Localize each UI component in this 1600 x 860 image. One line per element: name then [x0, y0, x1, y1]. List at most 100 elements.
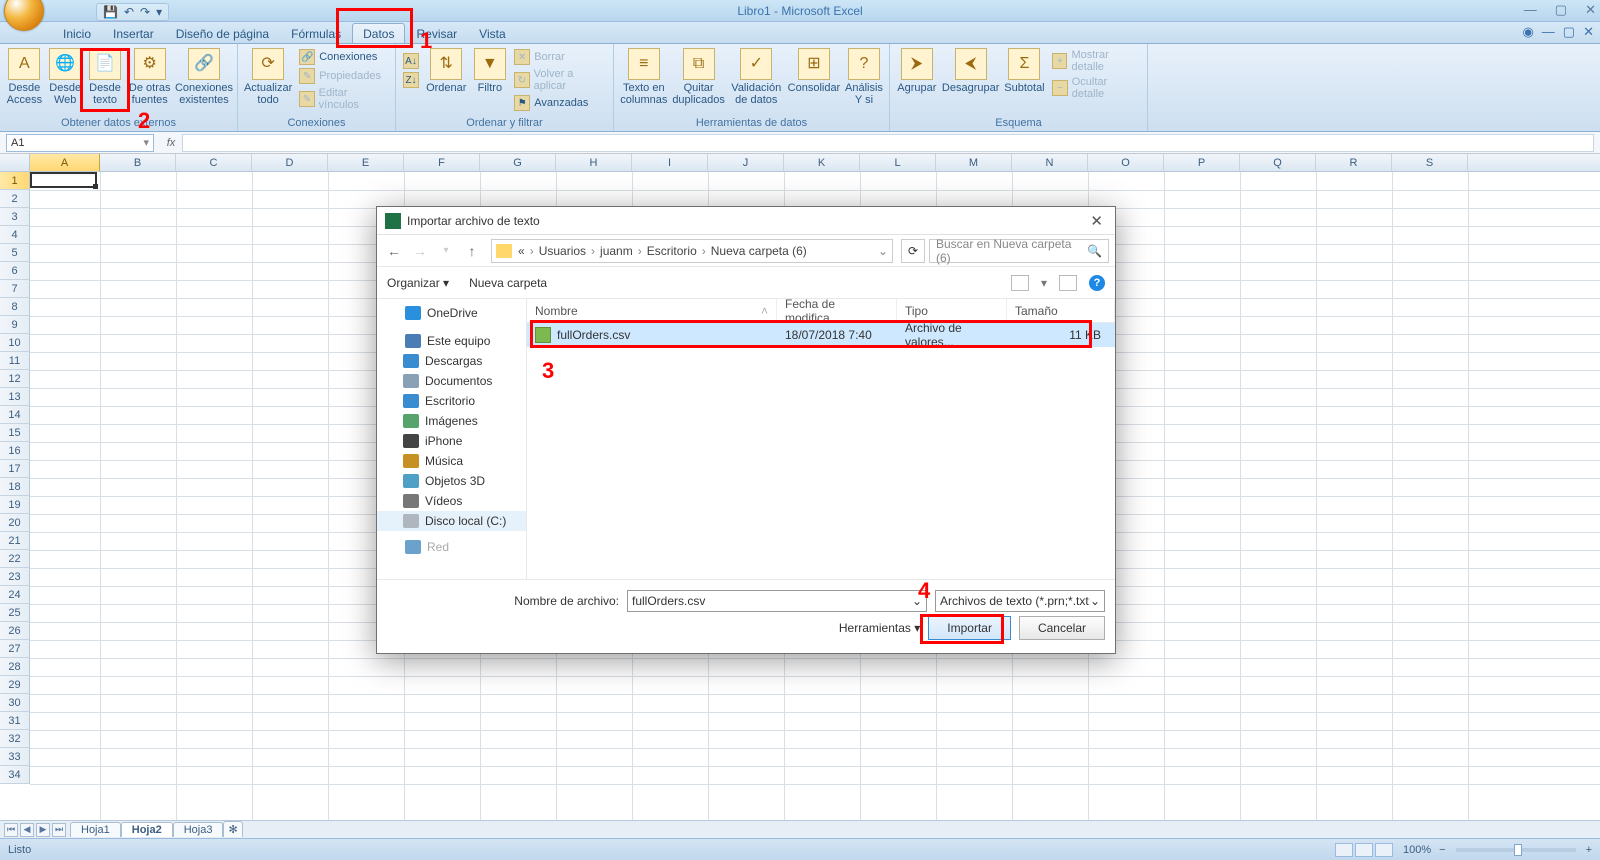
column-header-I[interactable]: I	[632, 154, 708, 171]
row-header-8[interactable]: 8	[0, 298, 30, 316]
volver-aplicar-button[interactable]: ↻Volver a aplicar	[511, 67, 609, 93]
validacion-button[interactable]: ✓Validación de datos	[728, 46, 785, 108]
column-header-B[interactable]: B	[100, 154, 176, 171]
sheet-new-button[interactable]: ✻	[223, 821, 243, 837]
column-header-C[interactable]: C	[176, 154, 252, 171]
de-otras-fuentes-button[interactable]: ⚙De otras fuentes	[126, 46, 173, 108]
view-normal-button[interactable]	[1335, 843, 1353, 857]
column-header-D[interactable]: D	[252, 154, 328, 171]
row-header-3[interactable]: 3	[0, 208, 30, 226]
conexiones-button[interactable]: 🔗Conexiones	[296, 48, 391, 66]
desagrupar-button[interactable]: ⮜Desagrupar	[942, 46, 1000, 96]
column-header-P[interactable]: P	[1164, 154, 1240, 171]
breadcrumb-juanm[interactable]: juanm	[600, 244, 633, 258]
desde-texto-button[interactable]: 📄Desde texto	[86, 46, 125, 108]
breadcrumb-carpeta[interactable]: Nueva carpeta (6)	[711, 244, 807, 258]
view-options-button[interactable]	[1011, 275, 1029, 291]
quitar-duplicados-button[interactable]: ⧉Quitar duplicados	[672, 46, 726, 108]
column-header-S[interactable]: S	[1392, 154, 1468, 171]
sheet-tab-hoja3[interactable]: Hoja3	[173, 822, 224, 837]
breadcrumb-escritorio[interactable]: Escritorio	[647, 244, 697, 258]
nav-forward-button[interactable]: →	[409, 240, 431, 262]
column-header-J[interactable]: J	[708, 154, 784, 171]
row-header-26[interactable]: 26	[0, 622, 30, 640]
row-header-5[interactable]: 5	[0, 244, 30, 262]
tab-diseno[interactable]: Diseño de página	[165, 23, 280, 43]
row-header-23[interactable]: 23	[0, 568, 30, 586]
row-header-32[interactable]: 32	[0, 730, 30, 748]
ribbon-close-icon[interactable]: ✕	[1583, 24, 1594, 40]
sheet-last-button[interactable]: ⏭	[52, 823, 66, 837]
texto-columnas-button[interactable]: ≡Texto en columnas	[618, 46, 670, 108]
row-header-33[interactable]: 33	[0, 748, 30, 766]
name-box[interactable]: A1 ▾	[6, 134, 154, 152]
nav-objetos3d[interactable]: Objetos 3D	[377, 471, 526, 491]
desde-access-button[interactable]: ADesde Access	[4, 46, 45, 108]
analisis-button[interactable]: ?Análisis Y si	[843, 46, 885, 108]
nav-documentos[interactable]: Documentos	[377, 371, 526, 391]
agrupar-button[interactable]: ⮞Agrupar	[894, 46, 940, 96]
desde-web-button[interactable]: 🌐Desde Web	[47, 46, 84, 108]
organizar-button[interactable]: Organizar ▾	[387, 276, 449, 290]
row-header-7[interactable]: 7	[0, 280, 30, 298]
row-header-2[interactable]: 2	[0, 190, 30, 208]
row-header-11[interactable]: 11	[0, 352, 30, 370]
nav-red[interactable]: Red	[377, 537, 526, 557]
row-header-12[interactable]: 12	[0, 370, 30, 388]
conexiones-existentes-button[interactable]: 🔗Conexiones existentes	[175, 46, 233, 108]
nav-up-button[interactable]: ↑	[461, 240, 483, 262]
row-header-13[interactable]: 13	[0, 388, 30, 406]
propiedades-button[interactable]: ✎Propiedades	[296, 67, 391, 85]
row-header-17[interactable]: 17	[0, 460, 30, 478]
tab-datos[interactable]: Datos	[352, 23, 405, 43]
nav-iphone[interactable]: iPhone	[377, 431, 526, 451]
sort-desc-button[interactable]: Z↓	[400, 71, 422, 89]
hdr-fecha[interactable]: Fecha de modifica...	[777, 299, 897, 322]
sheet-next-button[interactable]: ▶	[36, 823, 50, 837]
column-header-O[interactable]: O	[1088, 154, 1164, 171]
sheet-tab-hoja2[interactable]: Hoja2	[121, 822, 173, 837]
importar-button[interactable]: Importar	[928, 616, 1011, 640]
formula-input[interactable]	[182, 134, 1594, 152]
column-header-N[interactable]: N	[1012, 154, 1088, 171]
zoom-slider[interactable]	[1456, 848, 1576, 852]
row-header-21[interactable]: 21	[0, 532, 30, 550]
nav-escritorio[interactable]: Escritorio	[377, 391, 526, 411]
row-header-30[interactable]: 30	[0, 694, 30, 712]
close-button[interactable]: ✕	[1585, 2, 1596, 18]
nav-musica[interactable]: Música	[377, 451, 526, 471]
filtro-button[interactable]: ▼Filtro	[471, 46, 510, 96]
nueva-carpeta-button[interactable]: Nueva carpeta	[469, 276, 547, 290]
combo-dropdown-icon[interactable]: ⌄	[912, 594, 922, 608]
actualizar-todo-button[interactable]: ⟳Actualizar todo	[242, 46, 294, 108]
column-header-H[interactable]: H	[556, 154, 632, 171]
row-header-16[interactable]: 16	[0, 442, 30, 460]
qat-more-icon[interactable]: ▾	[156, 5, 162, 19]
row-header-20[interactable]: 20	[0, 514, 30, 532]
view-pagebreak-button[interactable]	[1375, 843, 1393, 857]
dialog-help-button[interactable]: ?	[1089, 275, 1105, 291]
ribbon-minimize-icon[interactable]: —	[1542, 24, 1555, 40]
nav-refresh-button[interactable]: ⟳	[901, 239, 925, 263]
column-header-E[interactable]: E	[328, 154, 404, 171]
tab-vista[interactable]: Vista	[468, 23, 516, 43]
sheet-prev-button[interactable]: ◀	[20, 823, 34, 837]
nav-back-button[interactable]: ←	[383, 240, 405, 262]
row-header-4[interactable]: 4	[0, 226, 30, 244]
hdr-tipo[interactable]: Tipo	[897, 299, 1007, 322]
column-header-Q[interactable]: Q	[1240, 154, 1316, 171]
select-all-corner[interactable]	[0, 154, 30, 172]
breadcrumb[interactable]: «› Usuarios› juanm› Escritorio› Nueva ca…	[491, 239, 893, 263]
sheet-tab-hoja1[interactable]: Hoja1	[70, 822, 121, 837]
ocultar-detalle-button[interactable]: −Ocultar detalle	[1049, 75, 1143, 101]
zoom-in-button[interactable]: +	[1586, 844, 1592, 856]
maximize-button[interactable]: ▢	[1555, 2, 1567, 18]
consolidar-button[interactable]: ⊞Consolidar	[787, 46, 841, 96]
name-box-dropdown-icon[interactable]: ▾	[143, 136, 149, 149]
nav-videos[interactable]: Vídeos	[377, 491, 526, 511]
column-header-R[interactable]: R	[1316, 154, 1392, 171]
nav-este-equipo[interactable]: Este equipo	[377, 331, 526, 351]
zoom-thumb[interactable]	[1514, 844, 1522, 856]
row-header-1[interactable]: 1	[0, 172, 30, 190]
column-header-M[interactable]: M	[936, 154, 1012, 171]
